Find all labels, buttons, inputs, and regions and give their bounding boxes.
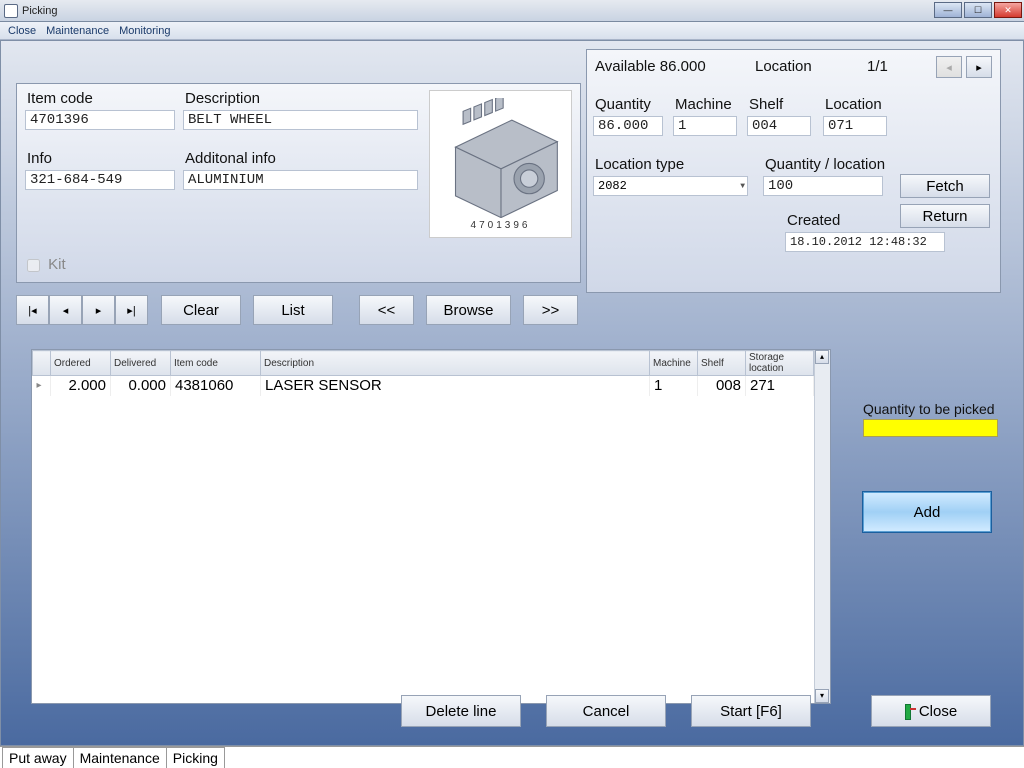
machine-value[interactable]: 1 bbox=[673, 116, 737, 136]
start-button[interactable]: Start [F6] bbox=[691, 695, 811, 727]
pick-side-panel: Quantity to be picked Add bbox=[863, 401, 998, 532]
nav-prev-button[interactable]: ◂ bbox=[49, 295, 82, 325]
col-shelf[interactable]: Shelf bbox=[698, 351, 746, 376]
qty-to-pick-label: Quantity to be picked bbox=[863, 401, 998, 417]
shelf-value[interactable]: 004 bbox=[747, 116, 811, 136]
part-drawing-icon bbox=[436, 98, 566, 218]
nav-first-button[interactable]: |◂ bbox=[16, 295, 49, 325]
tab-maintenance[interactable]: Maintenance bbox=[73, 747, 167, 768]
item-code-value[interactable]: 4701396 bbox=[25, 110, 175, 130]
menu-monitoring[interactable]: Monitoring bbox=[119, 25, 170, 37]
col-itemcode[interactable]: Item code bbox=[171, 351, 261, 376]
scroll-down-icon[interactable]: ▾ bbox=[815, 689, 829, 703]
window-minimize-button[interactable]: — bbox=[934, 2, 962, 18]
return-button[interactable]: Return bbox=[900, 204, 990, 228]
window-maximize-button[interactable]: ☐ bbox=[964, 2, 992, 18]
pager-next-button[interactable]: ▸ bbox=[966, 56, 992, 78]
created-value: 18.10.2012 12:48:32 bbox=[785, 232, 945, 252]
list-button[interactable]: List bbox=[253, 295, 333, 325]
add-button[interactable]: Add bbox=[863, 492, 991, 532]
machine-label: Machine bbox=[675, 96, 732, 113]
menu-close[interactable]: Close bbox=[8, 25, 36, 37]
col-storage[interactable]: Storage location bbox=[746, 351, 814, 376]
window-title: Picking bbox=[22, 5, 57, 17]
info-label: Info bbox=[27, 150, 52, 167]
delete-line-button[interactable]: Delete line bbox=[401, 695, 521, 727]
cancel-button[interactable]: Cancel bbox=[546, 695, 666, 727]
additional-info-label: Additonal info bbox=[185, 150, 276, 167]
col-description[interactable]: Description bbox=[261, 351, 650, 376]
location-panel: Available 86.000 Location 1/1 ◂ ▸ Quanti… bbox=[586, 49, 1001, 293]
view-prev-button[interactable]: << bbox=[359, 295, 414, 325]
col-ordered[interactable]: Ordered bbox=[51, 351, 111, 376]
kit-label: Kit bbox=[48, 256, 66, 273]
shelf-label: Shelf bbox=[749, 96, 783, 113]
view-nav: << Browse >> bbox=[359, 295, 578, 325]
available-label: Available 86.000 bbox=[595, 58, 706, 75]
exit-door-icon bbox=[905, 704, 915, 718]
workspace: Item code 4701396 Description BELT WHEEL… bbox=[0, 40, 1024, 746]
close-button[interactable]: Close bbox=[871, 695, 991, 727]
chevron-down-icon: ▼ bbox=[740, 182, 745, 191]
grid-header-row: Ordered Delivered Item code Description … bbox=[33, 351, 814, 376]
nav-next-button[interactable]: ▸ bbox=[82, 295, 115, 325]
pick-lines-grid[interactable]: Ordered Delivered Item code Description … bbox=[31, 349, 831, 704]
tab-picking[interactable]: Picking bbox=[166, 747, 225, 768]
nav-last-button[interactable]: ▸| bbox=[115, 295, 148, 325]
info-value[interactable]: 321-684-549 bbox=[25, 170, 175, 190]
pager-prev-button[interactable]: ◂ bbox=[936, 56, 962, 78]
item-code-label: Item code bbox=[27, 90, 93, 107]
location-value[interactable]: 071 bbox=[823, 116, 887, 136]
view-next-button[interactable]: >> bbox=[523, 295, 578, 325]
col-machine[interactable]: Machine bbox=[650, 351, 698, 376]
quantity-value[interactable]: 86.000 bbox=[593, 116, 663, 136]
window-titlebar: Picking — ☐ ✕ bbox=[0, 0, 1024, 22]
action-toolbar: Clear List bbox=[161, 295, 333, 325]
clear-button[interactable]: Clear bbox=[161, 295, 241, 325]
kit-checkbox[interactable] bbox=[27, 259, 40, 272]
item-image: 4701396 bbox=[429, 90, 572, 238]
location-type-select[interactable]: 2082▼ bbox=[593, 176, 748, 196]
qty-to-pick-input[interactable] bbox=[863, 419, 998, 437]
tab-put-away[interactable]: Put away bbox=[2, 747, 74, 768]
status-tabstrip: Put away Maintenance Picking bbox=[0, 746, 1024, 768]
scroll-up-icon[interactable]: ▴ bbox=[815, 350, 829, 364]
image-part-number: 4701396 bbox=[471, 220, 531, 231]
record-nav: |◂ ◂ ▸ ▸| bbox=[16, 295, 148, 325]
quantity-location-label: Quantity / location bbox=[765, 156, 885, 173]
grid-scrollbar[interactable]: ▴ ▾ bbox=[814, 350, 830, 703]
quantity-label: Quantity bbox=[595, 96, 651, 113]
menu-maintenance[interactable]: Maintenance bbox=[46, 25, 109, 37]
location-header-label: Location bbox=[755, 58, 812, 75]
browse-button[interactable]: Browse bbox=[426, 295, 511, 325]
menu-bar: Close Maintenance Monitoring bbox=[0, 22, 1024, 40]
table-row[interactable]: ▸ 2.000 0.000 4381060 LASER SENSOR 1 008… bbox=[33, 376, 814, 396]
footer-buttons: Delete line Cancel Start [F6] bbox=[401, 695, 811, 727]
description-label: Description bbox=[185, 90, 260, 107]
col-delivered[interactable]: Delivered bbox=[111, 351, 171, 376]
quantity-location-value[interactable]: 100 bbox=[763, 176, 883, 196]
kit-checkbox-group: Kit bbox=[27, 256, 66, 273]
description-value[interactable]: BELT WHEEL bbox=[183, 110, 418, 130]
created-label: Created bbox=[787, 212, 840, 229]
additional-info-value[interactable]: ALUMINIUM bbox=[183, 170, 418, 190]
location-label: Location bbox=[825, 96, 882, 113]
pager-text: 1/1 bbox=[867, 58, 888, 75]
window-close-button[interactable]: ✕ bbox=[994, 2, 1022, 18]
app-icon bbox=[4, 4, 18, 18]
item-panel: Item code 4701396 Description BELT WHEEL… bbox=[16, 83, 581, 283]
location-type-label: Location type bbox=[595, 156, 684, 173]
fetch-button[interactable]: Fetch bbox=[900, 174, 990, 198]
